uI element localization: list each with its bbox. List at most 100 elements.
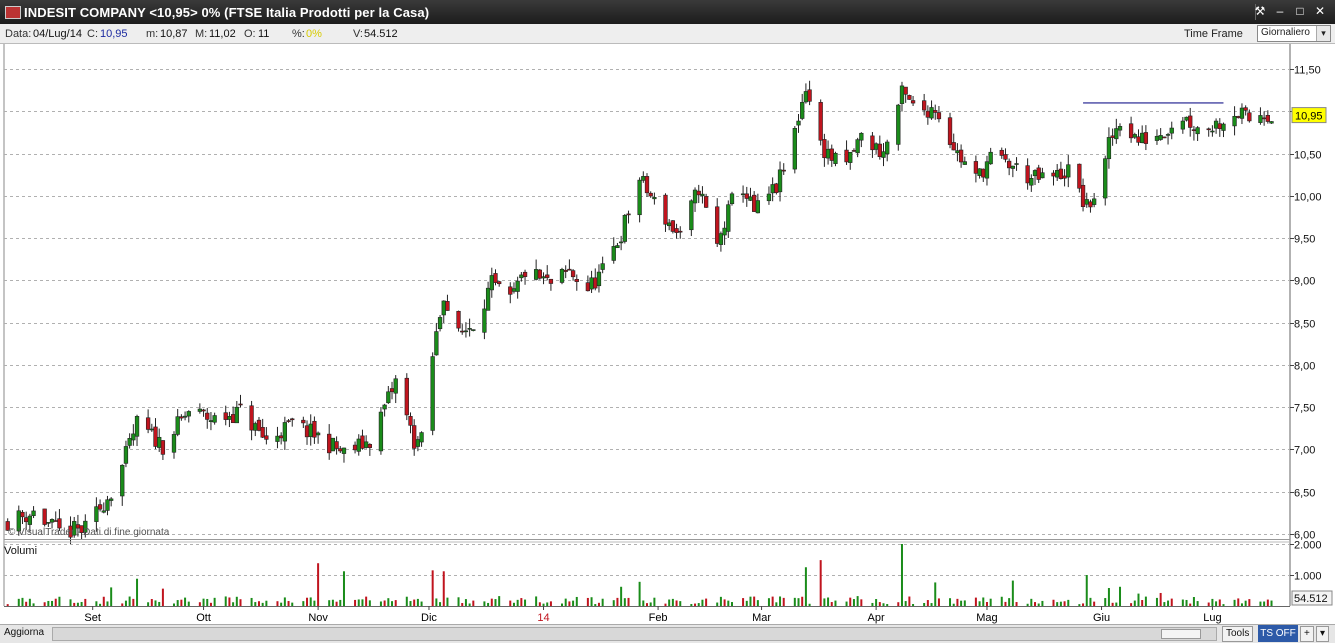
refresh-button[interactable]: Aggiorna	[4, 626, 44, 640]
candle	[378, 406, 384, 455]
volume-bar	[283, 597, 286, 606]
volume-bar	[1244, 600, 1247, 606]
volume-bar	[413, 599, 416, 606]
candle-body	[434, 331, 439, 356]
volume-bar	[209, 602, 212, 606]
candle	[774, 182, 779, 195]
candle-body	[212, 415, 217, 423]
candle-body	[1091, 198, 1097, 205]
candle	[818, 99, 823, 146]
volume-bar	[701, 599, 704, 606]
candle-body	[818, 102, 823, 141]
volume-bar	[742, 598, 745, 606]
volume-bar	[564, 598, 567, 606]
timeframe-select[interactable]: Giornaliero ▾	[1257, 25, 1331, 42]
volume-bar	[409, 601, 412, 606]
volume-bar	[538, 602, 541, 606]
candle-body	[515, 280, 520, 292]
price-tick-label: 8,00	[1294, 361, 1315, 373]
candle-body	[471, 329, 476, 331]
candle-body	[825, 148, 831, 159]
candle-body	[1236, 116, 1241, 118]
ts-off-button[interactable]: TS OFF	[1258, 625, 1298, 642]
candle-body	[308, 423, 313, 437]
candle-body	[981, 168, 986, 178]
candle-body	[157, 436, 162, 448]
volume-bar	[561, 603, 564, 606]
minimize-button[interactable]: –	[1271, 3, 1289, 20]
candle-body	[1114, 128, 1119, 140]
candle-body	[201, 409, 206, 412]
candle-body	[781, 169, 786, 172]
candle-body	[1217, 123, 1222, 129]
candle-body	[419, 432, 424, 443]
candle-body	[829, 148, 834, 161]
volume-bar	[623, 598, 626, 606]
candle-body	[437, 317, 443, 330]
candle-body	[1055, 170, 1060, 178]
x-tick-label: 14	[537, 612, 549, 624]
candle-body	[696, 190, 701, 196]
candle-body	[907, 95, 912, 100]
menu-arrow-button[interactable]: ▾	[1316, 626, 1330, 642]
candle-body	[415, 439, 421, 447]
volume-bar	[845, 601, 848, 606]
scroll-thumb[interactable]	[1161, 629, 1201, 639]
candle-body	[703, 196, 709, 208]
candle-body	[1103, 158, 1108, 199]
candle-body	[752, 194, 757, 212]
candle-body	[312, 420, 317, 438]
candle-body	[807, 89, 812, 102]
candle-body	[1261, 117, 1267, 120]
candle-body	[999, 149, 1004, 156]
candle-body	[1077, 163, 1082, 189]
candle	[430, 352, 435, 436]
candle-body	[97, 504, 103, 510]
chevron-down-icon[interactable]: ▾	[1316, 26, 1330, 41]
volume-bar	[161, 588, 164, 606]
candle-body	[899, 85, 905, 104]
volume-bar	[202, 598, 205, 606]
volume-bar	[771, 596, 774, 606]
candle-body	[1154, 135, 1160, 141]
candle-body	[412, 425, 417, 449]
volume-bar	[827, 597, 830, 606]
candle-body	[885, 141, 890, 155]
candle-body	[327, 433, 332, 454]
candle-body	[286, 420, 291, 422]
volume-bar	[716, 602, 719, 606]
max-label: M:	[195, 28, 208, 40]
volume-bar	[28, 598, 31, 606]
horizontal-scrollbar[interactable]	[52, 627, 1217, 641]
volume-bar	[1026, 603, 1029, 606]
add-button[interactable]: +	[1300, 626, 1314, 642]
volume-bar	[679, 601, 682, 606]
candle-body	[1206, 128, 1211, 131]
candle-body	[94, 506, 99, 522]
volume-bar	[779, 596, 782, 606]
volume-bar	[675, 600, 678, 606]
candle-body	[744, 193, 749, 199]
volume-bar	[830, 602, 833, 606]
tools-button[interactable]: Tools	[1222, 626, 1254, 642]
close-button[interactable]: ✕	[1311, 3, 1329, 20]
volume-bar	[239, 599, 242, 606]
volume-bar	[187, 601, 190, 606]
volume-bar	[697, 603, 700, 606]
volume-bar	[775, 602, 778, 606]
volume-bar	[331, 599, 334, 606]
volume-bar	[524, 599, 527, 606]
chart-area[interactable]: 6,006,507,007,508,008,509,009,5010,0010,…	[0, 44, 1335, 624]
candle-body	[1110, 135, 1115, 138]
volume-bar	[719, 596, 722, 606]
tool-icon[interactable]: ⚒	[1251, 3, 1269, 20]
candle-body	[537, 269, 542, 279]
volume-bar	[1115, 602, 1118, 606]
footer-bar: Aggiorna Tools TS OFF + ▾	[0, 624, 1335, 643]
candle-body	[1184, 116, 1189, 121]
maximize-button[interactable]: □	[1291, 3, 1309, 20]
candle-body	[508, 286, 513, 295]
volume-bar	[730, 602, 733, 606]
volume-bar	[1240, 603, 1243, 606]
volume-bar	[705, 598, 708, 606]
